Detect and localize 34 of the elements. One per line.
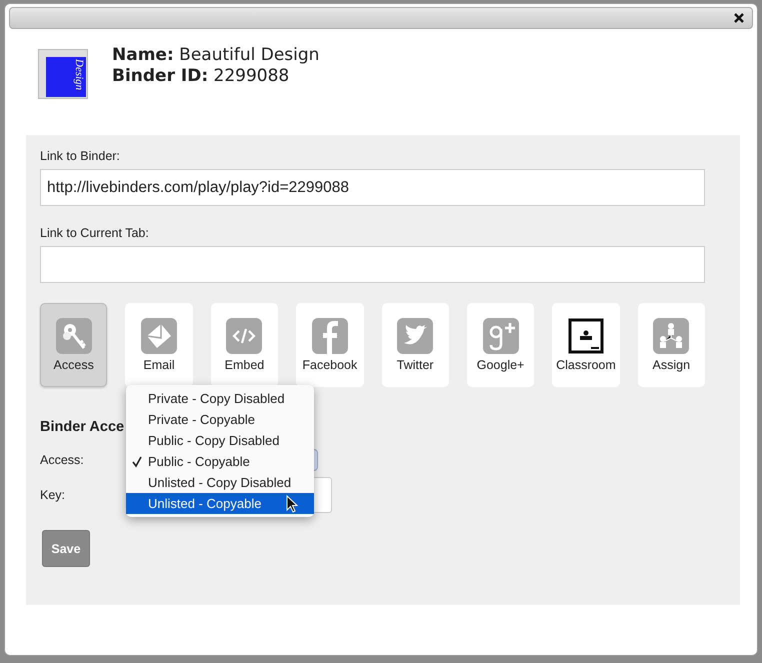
binder-link-field[interactable]: http://livebinders.com/play/play?id=2299088: [40, 169, 705, 206]
share-option[interactable]: Email: [125, 303, 193, 387]
envelope-icon: [141, 318, 178, 354]
menu-item[interactable]: Private - Copyable: [126, 409, 314, 430]
share-option[interactable]: Embed: [210, 303, 278, 387]
google-plus-icon: [482, 318, 519, 354]
share-option[interactable]: Classroom: [552, 303, 620, 387]
field-label: Link to Binder:: [40, 149, 121, 163]
share-option[interactable]: Twitter: [382, 303, 449, 387]
classroom-icon: [568, 318, 604, 354]
binder-id: Binder ID: 2299088: [112, 66, 290, 87]
share-option[interactable]: Assign: [638, 303, 705, 387]
people-icon: [653, 318, 690, 354]
binder-name: Name: Beautiful Design: [112, 45, 320, 66]
menu-item[interactable]: Unlisted - Copy Disabled: [126, 472, 314, 493]
menu-item[interactable]: Public - Copy Disabled: [126, 430, 314, 451]
menu-item[interactable]: Unlisted - Copyable: [126, 493, 314, 514]
cover-title: Design: [72, 58, 86, 92]
section-heading: Binder Acce: [40, 419, 124, 437]
menu-item[interactable]: Private - Copy Disabled: [126, 388, 314, 409]
field-label: Access:: [40, 453, 85, 467]
bird-icon: [397, 318, 434, 354]
menu-item[interactable]: Public - Copyable: [126, 451, 314, 472]
share-option[interactable]: Google+: [466, 303, 534, 387]
share-option[interactable]: Facebook: [296, 303, 364, 387]
tab-link-field[interactable]: [40, 246, 705, 283]
field-label: Link to Current Tab:: [40, 226, 150, 240]
share-option[interactable]: Access: [40, 303, 108, 387]
keys-icon: [56, 318, 92, 354]
field-label: Key:: [40, 488, 66, 502]
code-icon: [226, 318, 262, 354]
mouse-pointer-icon: [286, 495, 298, 513]
facebook-icon: [312, 318, 348, 354]
close-icon[interactable]: [734, 13, 744, 23]
